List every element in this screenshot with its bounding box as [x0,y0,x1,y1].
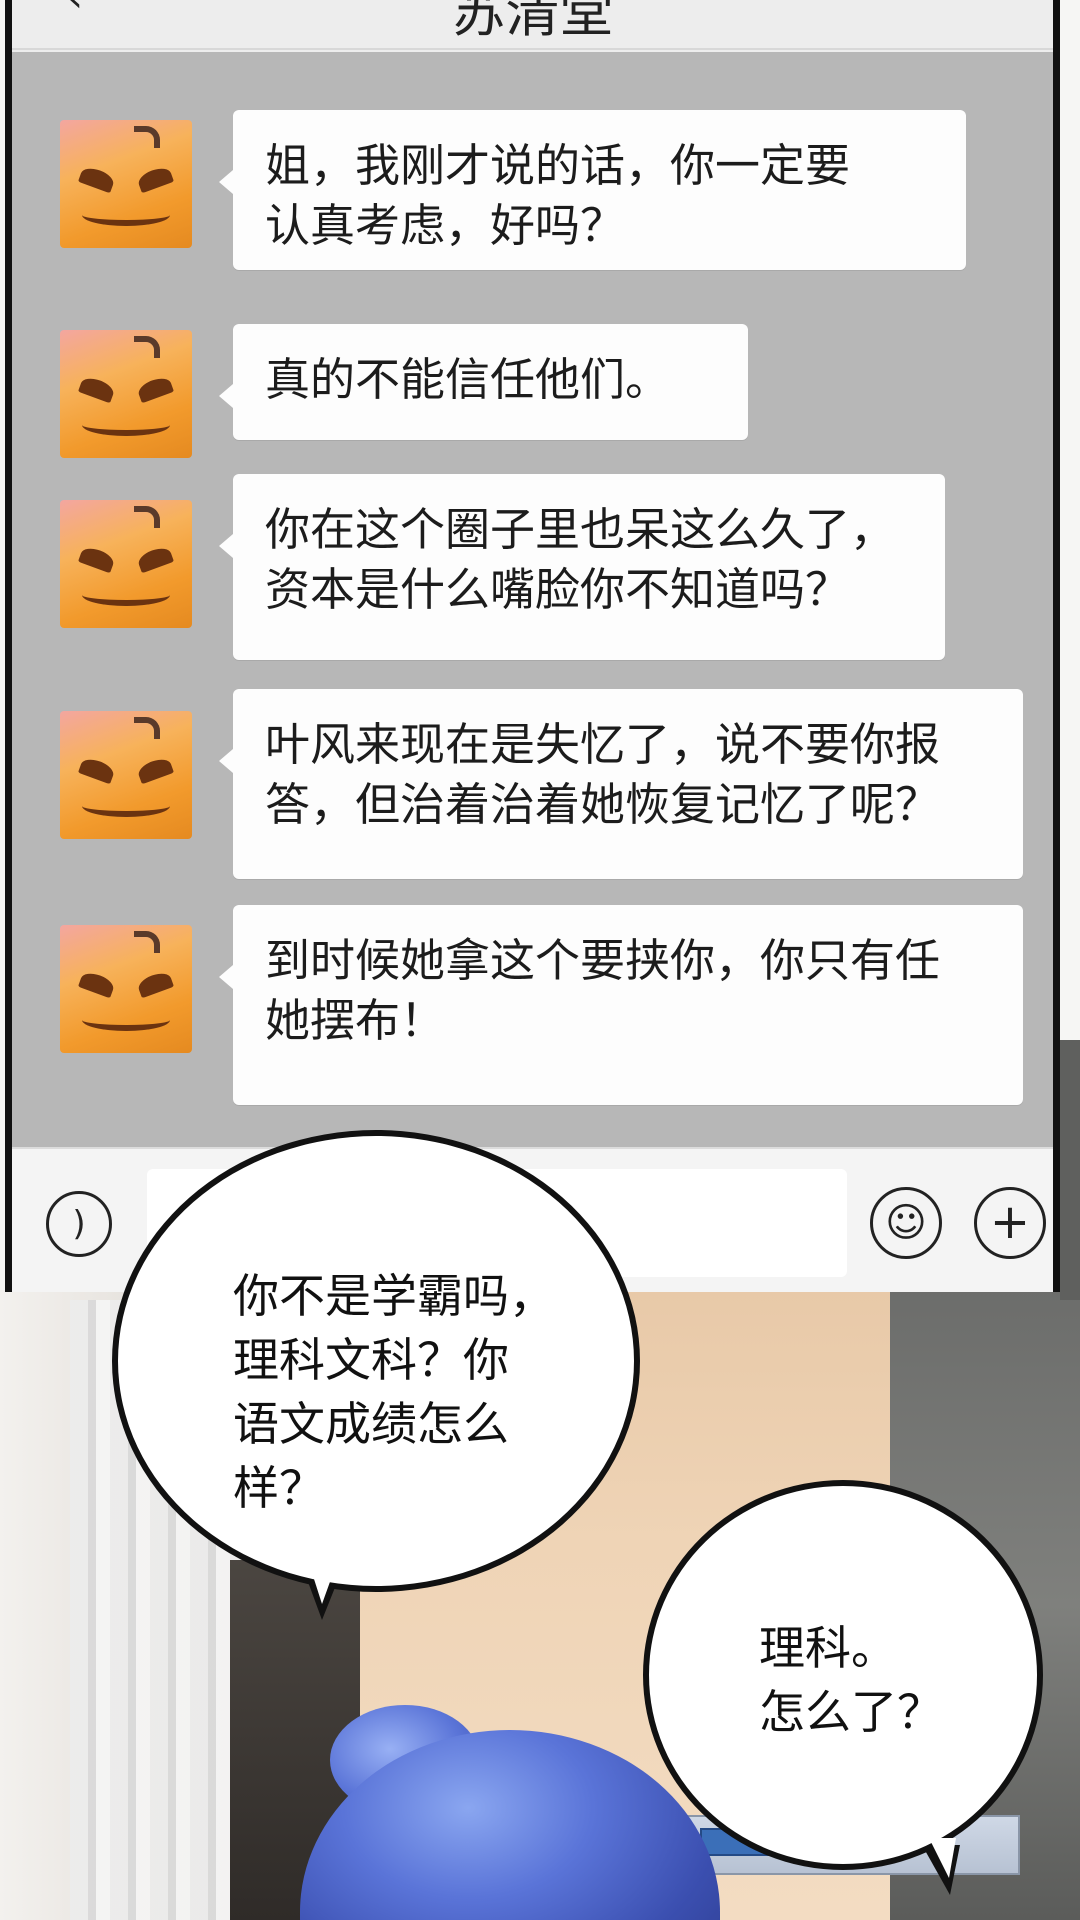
pumpkin-avatar[interactable] [60,925,192,1053]
pumpkin-avatar[interactable] [60,120,192,248]
plus-icon[interactable]: + [974,1187,1046,1259]
speech-balloon-right: 理科。 怎么了？ [643,1480,1043,1870]
voice-icon[interactable]: ) [46,1191,112,1257]
message-bubble[interactable]: 到时候她拿这个要挟你，你只有任 她摆布！ [219,905,1023,1105]
chat-title: 苏清堂 [451,0,614,44]
smiley-icon[interactable]: ☺ [870,1187,942,1259]
message-bubble[interactable]: 叶风来现在是失忆了，说不要你报 答，但治着治着她恢复记忆了呢？ [219,689,1023,879]
speech-balloon-tail-fill [306,1554,340,1604]
message-bubble[interactable]: 真的不能信任他们。 [219,324,748,440]
chat-titlebar: ‹ 苏清堂 [12,0,1053,50]
background-panel-top [1060,1040,1080,1300]
speech-balloon-left: 你不是学霸吗， 理科文科？你 语文成绩怎么 样？ [112,1130,640,1592]
chat-message-list[interactable]: 姐，我刚才说的话，你一定要 认真考虑，好吗？ 真的不能信任他们。 你在这个圈子里… [12,52,1053,1147]
speech-balloon-text: 你不是学霸吗， 理科文科？你 语文成绩怎么 样？ [233,1269,555,1515]
message-bubble[interactable]: 你在这个圈子里也呆这么久了， 资本是什么嘴脸你不知道吗？ [219,474,945,660]
pumpkin-avatar[interactable] [60,330,192,458]
message-bubble[interactable]: 姐，我刚才说的话，你一定要 认真考虑，好吗？ [219,110,966,270]
pumpkin-avatar[interactable] [60,711,192,839]
speech-balloon-tail-fill [929,1838,956,1878]
speech-balloon-text: 理科。 怎么了？ [759,1621,943,1739]
phone-chat-screen: ‹ 苏清堂 姐，我刚才说的话，你一定要 认真考虑，好吗？ 真的不能信任他们。 你… [5,0,1060,1292]
pumpkin-avatar[interactable] [60,500,192,628]
